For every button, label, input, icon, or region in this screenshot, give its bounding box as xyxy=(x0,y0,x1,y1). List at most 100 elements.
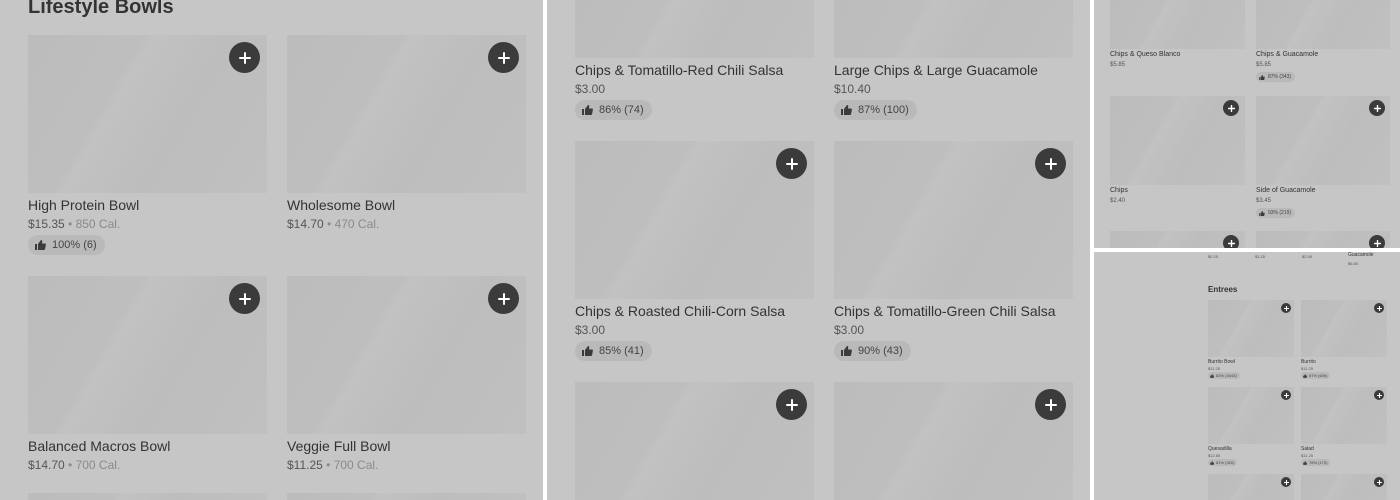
plus-icon xyxy=(1283,479,1289,485)
menu-item-name[interactable]: Balanced Macros Bowl xyxy=(28,438,170,454)
menu-item-name[interactable]: Chips & Roasted Chili-Corn Salsa xyxy=(575,303,785,319)
separator: • xyxy=(64,217,76,231)
menu-item-price: $5.85 xyxy=(1256,62,1272,68)
menu-item-image[interactable] xyxy=(287,493,526,500)
rating-text: 81% (320) xyxy=(1216,460,1235,465)
section-title: Entrees xyxy=(1208,285,1238,294)
menu-item-image[interactable] xyxy=(834,0,1073,58)
menu-item-image[interactable] xyxy=(28,493,267,500)
menu-item-calories: 850 Cal. xyxy=(75,217,121,231)
menu-panel-lifestyle-bowls: Lifestyle Bowls High Protein Bowl $15.35… xyxy=(0,0,543,500)
menu-item-name[interactable]: Guacamole xyxy=(1348,252,1374,258)
rating-text: 100% (6) xyxy=(52,239,97,251)
menu-item-name[interactable]: Chips xyxy=(1110,187,1128,194)
menu-item-image[interactable] xyxy=(1110,0,1245,49)
thumbs-up-icon xyxy=(1210,373,1214,378)
plus-icon xyxy=(1044,157,1057,170)
plus-icon xyxy=(1373,104,1381,112)
add-to-cart-button[interactable] xyxy=(1374,477,1384,487)
menu-item-price: $1.25 xyxy=(1255,254,1266,259)
add-to-cart-button[interactable] xyxy=(776,148,807,179)
rating-text: 86% (74) xyxy=(599,104,644,116)
add-to-cart-button[interactable] xyxy=(1374,390,1384,400)
menu-item-name[interactable]: Wholesome Bowl xyxy=(287,197,395,213)
menu-item-price: $15.35 xyxy=(28,217,65,231)
rating-text: 83% (3443) xyxy=(1216,373,1237,378)
plus-icon xyxy=(785,398,798,411)
add-to-cart-button[interactable] xyxy=(229,42,260,73)
add-to-cart-button[interactable] xyxy=(1035,389,1066,420)
plus-icon xyxy=(1227,104,1235,112)
rating-badge: 90% (43) xyxy=(834,341,911,361)
rating-text: 87% (606) xyxy=(1309,373,1328,378)
section-title: Lifestyle Bowls xyxy=(28,0,174,18)
menu-item-name[interactable]: Chips & Queso Blanco xyxy=(1110,51,1180,58)
thumbs-up-icon xyxy=(35,240,46,250)
menu-item-calories: 700 Cal. xyxy=(75,458,121,472)
add-to-cart-button[interactable] xyxy=(1223,235,1239,248)
add-to-cart-button[interactable] xyxy=(488,283,519,314)
menu-item-name[interactable]: Veggie Full Bowl xyxy=(287,438,391,454)
thumbs-up-icon xyxy=(582,346,593,356)
menu-item-image[interactable] xyxy=(575,0,814,58)
menu-item-name[interactable]: Chips & Tomatillo-Red Chili Salsa xyxy=(575,62,783,78)
thumbs-up-icon xyxy=(1210,460,1214,465)
add-to-cart-button[interactable] xyxy=(1369,100,1385,116)
add-to-cart-button[interactable] xyxy=(1369,235,1385,248)
add-to-cart-button[interactable] xyxy=(1374,303,1384,313)
separator: • xyxy=(322,458,334,472)
menu-item-price: $11.25 xyxy=(287,458,323,472)
add-to-cart-button[interactable] xyxy=(1281,390,1291,400)
add-to-cart-button[interactable] xyxy=(1281,477,1291,487)
menu-item-name[interactable]: Salad xyxy=(1301,446,1314,452)
rating-badge: 93% (219) xyxy=(1256,208,1296,218)
rating-badge: 87% (100) xyxy=(834,100,917,120)
plus-icon xyxy=(1376,392,1382,398)
menu-item-name[interactable]: Chips & Guacamole xyxy=(1256,51,1318,58)
rating-text: 93% (219) xyxy=(1268,210,1292,216)
menu-panel-sides: Chips & Queso Blanco $5.85 Chips & Guaca… xyxy=(1094,0,1400,248)
rating-text: 87% (343) xyxy=(1268,74,1292,80)
plus-icon xyxy=(238,292,251,305)
menu-item-price: $11.25 xyxy=(1208,366,1220,371)
menu-item-name[interactable]: Quesadilla xyxy=(1208,446,1232,452)
plus-icon xyxy=(1283,305,1289,311)
add-to-cart-button[interactable] xyxy=(1223,100,1239,116)
rating-badge: 87% (606) xyxy=(1301,372,1331,379)
menu-item-price: $2.40 xyxy=(1110,198,1126,204)
rating-badge: 87% (343) xyxy=(1256,72,1296,82)
plus-icon xyxy=(1227,239,1235,247)
menu-item-price: $3.00 xyxy=(834,323,865,337)
plus-icon xyxy=(497,292,510,305)
thumbs-up-icon xyxy=(1259,210,1265,216)
add-to-cart-button[interactable] xyxy=(488,42,519,73)
plus-icon xyxy=(1044,398,1057,411)
menu-item-price: $3.45 xyxy=(1256,198,1272,204)
menu-item-name[interactable]: Burrito xyxy=(1301,359,1316,365)
menu-item-calories: 470 Cal. xyxy=(334,217,380,231)
menu-item-price-calories: $14.70 • 470 Cal. xyxy=(287,217,379,231)
separator: • xyxy=(64,458,76,472)
plus-icon xyxy=(1373,239,1381,247)
menu-item-name[interactable]: High Protein Bowl xyxy=(28,197,139,213)
menu-item-price-calories: $14.70 • 700 Cal. xyxy=(28,458,120,472)
thumbs-up-icon xyxy=(1259,74,1265,80)
plus-icon xyxy=(497,51,510,64)
plus-icon xyxy=(1283,392,1289,398)
add-to-cart-button[interactable] xyxy=(1035,148,1066,179)
menu-item-image[interactable] xyxy=(1256,0,1390,49)
menu-item-name[interactable]: Burrito Bowl xyxy=(1208,359,1235,365)
plus-icon xyxy=(1376,305,1382,311)
menu-item-price: $0.25 xyxy=(1208,254,1219,259)
add-to-cart-button[interactable] xyxy=(776,389,807,420)
menu-item-price: $2.95 xyxy=(1302,254,1313,259)
menu-item-name[interactable]: Large Chips & Large Guacamole xyxy=(834,62,1038,78)
plus-icon xyxy=(1376,479,1382,485)
menu-item-name[interactable]: Chips & Tomatillo-Green Chili Salsa xyxy=(834,303,1056,319)
add-to-cart-button[interactable] xyxy=(1281,303,1291,313)
thumbs-up-icon xyxy=(841,105,852,115)
menu-item-name[interactable]: Side of Guacamole xyxy=(1256,187,1316,194)
menu-item-price: $12.85 xyxy=(1208,453,1221,458)
add-to-cart-button[interactable] xyxy=(229,283,260,314)
menu-item-price: $3.00 xyxy=(575,82,606,96)
